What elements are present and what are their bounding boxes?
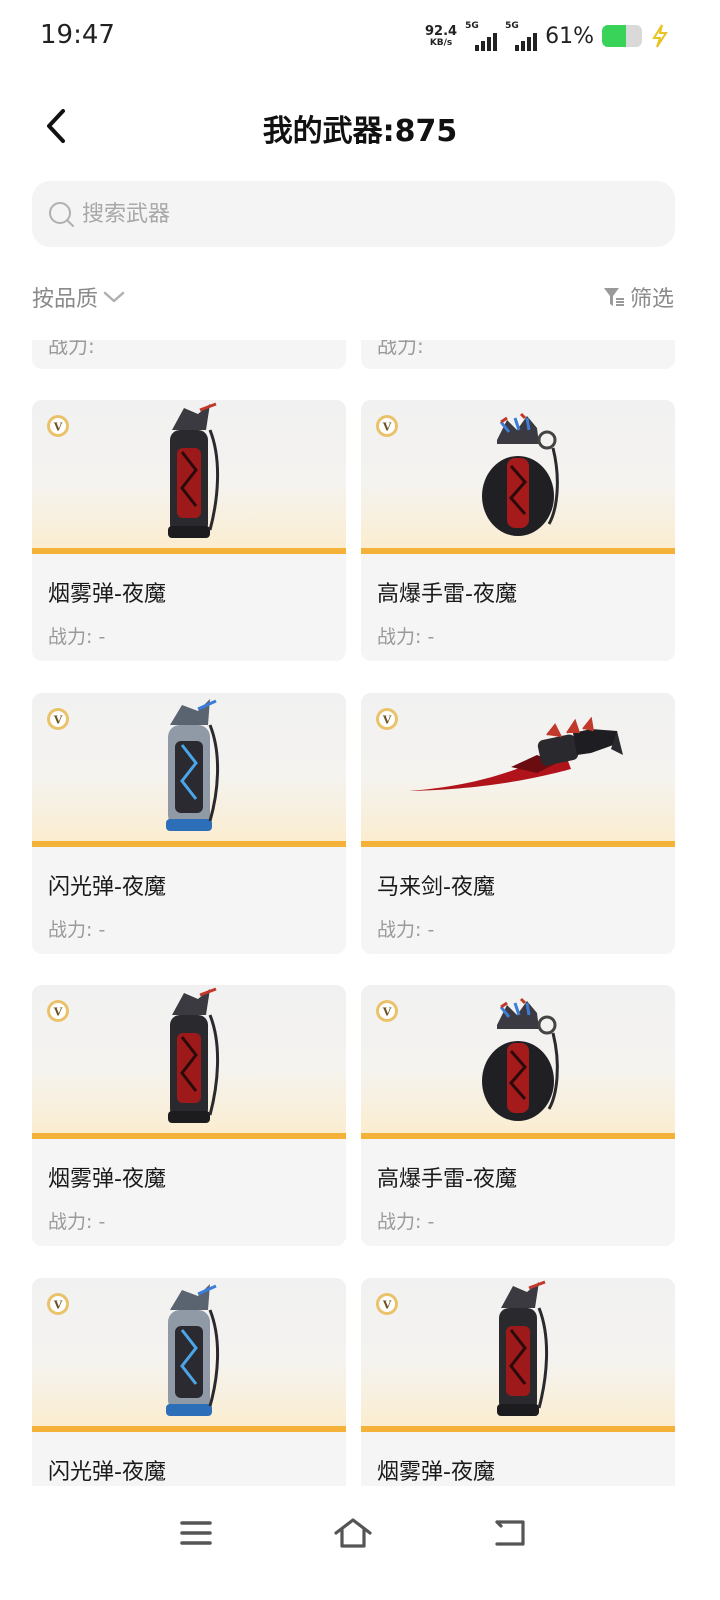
weapon-card[interactable]: V 高爆手雷-夜魔 战力: - <box>361 400 675 661</box>
weapon-list[interactable]: 战力: 战力: V 烟雾弹-夜魔 战力: - V 高爆手雷-夜魔 战力: - V 闪光弹-夜魔… <box>0 340 720 1486</box>
weapon-smoke-icon <box>168 402 220 538</box>
quality-stripe <box>361 841 675 847</box>
weapon-name: 高爆手雷-夜魔 <box>377 582 517 607</box>
weapon-image: V <box>361 985 675 1139</box>
weapon-name: 烟雾弹-夜魔 <box>48 582 166 607</box>
weapon-image: V <box>32 693 346 847</box>
menu-icon <box>180 1521 212 1545</box>
weapon-frag-icon <box>482 412 559 536</box>
sort-label: 按品质 <box>32 287 99 312</box>
weapon-name: 闪光弹-夜魔 <box>48 1460 166 1485</box>
page-title: 我的武器:875 <box>262 114 458 149</box>
quality-stripe <box>361 548 675 554</box>
system-nav-bar <box>0 1486 720 1600</box>
weapon-flash-icon <box>166 699 219 831</box>
weapon-name: 烟雾弹-夜魔 <box>377 1460 495 1485</box>
weapon-power: 战力: - <box>377 626 435 648</box>
weapon-smoke-icon <box>168 987 220 1123</box>
status-time: 19:47 <box>40 20 115 50</box>
weapon-card[interactable]: V 烟雾弹-夜魔战力: - <box>32 400 346 661</box>
weapon-flash-icon <box>166 1284 219 1416</box>
battery-icon <box>602 25 642 47</box>
filter-label: 筛选 <box>629 287 674 312</box>
weapon-power: 战力: - <box>377 1211 435 1233</box>
weapon-kris-icon <box>409 716 623 791</box>
weapon-card[interactable]: V 烟雾弹-夜魔战力: - <box>32 985 346 1246</box>
battery-percent: 61% <box>545 23 594 49</box>
weapon-power: 战力: - <box>377 919 435 941</box>
weapon-name: 闪光弹-夜魔 <box>48 875 166 900</box>
search-bar[interactable] <box>32 181 675 247</box>
weapon-name: 马来剑-夜魔 <box>377 875 495 900</box>
status-bar: 19:47 92.4 KB/s 5G 5G 61% <box>0 0 720 72</box>
sim1-label: 5G <box>465 21 479 31</box>
weapon-card[interactable]: V 高爆手雷-夜魔 战力: - <box>361 985 675 1246</box>
weapon-power: 战力: - <box>48 919 106 941</box>
weapon-image: V <box>361 400 675 554</box>
search-icon <box>49 202 74 227</box>
search-input[interactable] <box>82 201 642 227</box>
partial-card-right[interactable]: 战力: <box>361 340 675 369</box>
network-speed: 92.4 KB/s <box>425 25 457 48</box>
signal-icon-sim1: 5G <box>465 21 498 51</box>
weapon-image: V <box>32 985 346 1139</box>
weapon-image: V <box>32 400 346 554</box>
weapon-image: V <box>32 1278 346 1432</box>
partial-card-left[interactable]: 战力: <box>32 340 346 369</box>
weapon-power: 战力: - <box>48 1211 106 1233</box>
network-speed-unit: KB/s <box>429 37 453 48</box>
status-icons: 92.4 KB/s 5G 5G 61% <box>425 20 670 52</box>
weapon-frag-icon <box>482 997 559 1121</box>
chevron-down-icon <box>103 291 125 303</box>
weapon-card[interactable]: V闪光弹-夜魔战力: - <box>32 1278 346 1486</box>
weapon-card[interactable]: V烟雾弹-夜魔战力: - <box>361 1278 675 1486</box>
header: 我的武器:875 <box>0 90 720 162</box>
quality-stripe <box>361 1426 675 1432</box>
weapon-name: 烟雾弹-夜魔 <box>48 1167 166 1192</box>
weapon-name: 高爆手雷-夜魔 <box>377 1167 517 1192</box>
quality-stripe <box>32 1426 346 1432</box>
partial-card-power: 战力: <box>377 340 424 358</box>
home-button[interactable] <box>323 1508 383 1558</box>
signal-icon-sim2: 5G <box>505 21 538 51</box>
menu-button[interactable] <box>166 1508 226 1558</box>
weapon-image: V <box>361 693 675 847</box>
filter-button[interactable]: 筛选 <box>602 280 674 314</box>
back-icon <box>495 1520 525 1546</box>
charging-icon <box>652 24 668 48</box>
weapon-card[interactable]: V 马来剑-夜魔 战力: - <box>361 693 675 954</box>
partial-card-power: 战力: <box>48 340 95 358</box>
weapon-image: V <box>361 1278 675 1432</box>
sort-by-quality-dropdown[interactable]: 按品质 <box>32 280 126 314</box>
sim2-label: 5G <box>505 21 519 31</box>
weapon-smoke-icon <box>497 1280 549 1416</box>
network-speed-value: 92.4 <box>425 23 458 39</box>
quality-stripe <box>32 841 346 847</box>
back-nav-button[interactable] <box>480 1508 540 1558</box>
quality-stripe <box>32 548 346 554</box>
quality-stripe <box>32 1133 346 1139</box>
home-icon <box>334 1518 372 1548</box>
weapon-power: 战力: - <box>48 626 106 648</box>
filter-icon <box>603 288 624 306</box>
weapon-card[interactable]: V 闪光弹-夜魔战力: - <box>32 693 346 954</box>
quality-stripe <box>361 1133 675 1139</box>
